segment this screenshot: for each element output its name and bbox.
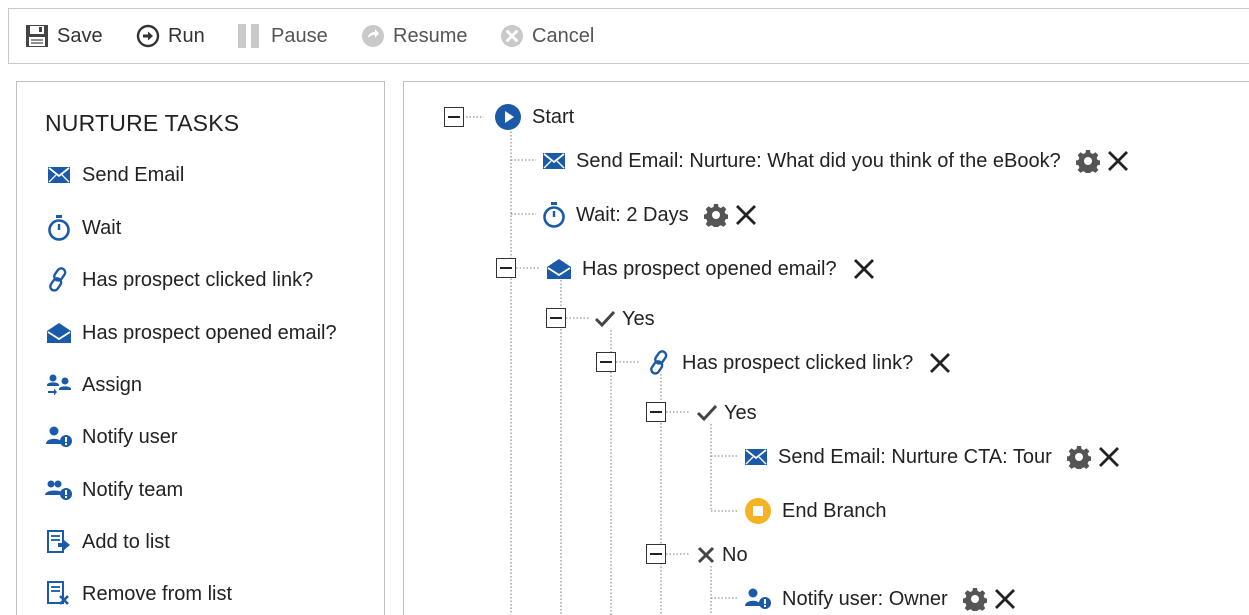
close-icon[interactable] <box>851 256 877 282</box>
node-opened-email-check[interactable]: Has prospect opened email? <box>546 254 881 284</box>
task-send-email[interactable]: Send Email <box>45 160 184 190</box>
assign-users-icon <box>45 371 73 399</box>
cancel-label: Cancel <box>532 24 595 47</box>
envelope-icon <box>542 152 566 170</box>
task-label: Has prospect clicked link? <box>82 268 314 291</box>
task-label: Remove from list <box>82 582 233 605</box>
node-send-email-1[interactable]: Send Email: Nurture: What did you think … <box>542 146 1135 176</box>
node-label: Yes <box>724 401 757 424</box>
collapse-toggle-yes-2[interactable] <box>646 402 666 422</box>
link-icon <box>45 266 73 294</box>
node-notify-user[interactable]: Notify user: Owner <box>744 584 1022 614</box>
node-send-email-2[interactable]: Send Email: Nurture CTA: Tour <box>744 442 1126 472</box>
run-icon <box>136 24 160 48</box>
node-label: End Branch <box>782 499 887 522</box>
task-notify-user[interactable]: Notify user <box>45 422 178 452</box>
add-to-list-icon <box>45 528 73 556</box>
pause-label: Pause <box>271 24 328 47</box>
resume-button[interactable]: Resume <box>361 21 467 51</box>
close-icon[interactable] <box>1096 444 1122 470</box>
collapse-toggle-opened-check[interactable] <box>496 258 516 278</box>
collapse-toggle-yes-1[interactable] <box>546 308 566 328</box>
tasks-panel-title: NURTURE TASKS <box>45 110 240 136</box>
stopwatch-icon <box>542 202 566 228</box>
collapse-toggle-no-1[interactable] <box>646 544 666 564</box>
node-label: Has prospect opened email? <box>582 257 837 280</box>
task-label: Assign <box>82 373 143 396</box>
envelope-icon <box>45 161 73 189</box>
gear-icon[interactable] <box>962 586 988 612</box>
node-end-branch[interactable]: End Branch <box>744 496 901 526</box>
envelope-icon <box>744 448 768 466</box>
task-has-prospect-clicked-link[interactable]: Has prospect clicked link? <box>45 265 313 295</box>
resume-icon <box>362 25 384 47</box>
resume-label: Resume <box>393 24 468 47</box>
task-label: Notify team <box>82 478 184 501</box>
node-label: No <box>722 543 748 566</box>
task-label: Wait <box>82 216 122 239</box>
task-add-to-list[interactable]: Add to list <box>45 527 170 557</box>
close-icon[interactable] <box>927 350 953 376</box>
collapse-toggle-start[interactable] <box>444 107 464 127</box>
node-label: Send Email: Nurture: What did you think … <box>576 149 1061 172</box>
task-remove-from-list[interactable]: Remove from list <box>45 579 232 609</box>
task-label: Notify user <box>82 425 178 448</box>
close-icon[interactable] <box>1105 148 1131 174</box>
node-label: Start <box>532 105 575 128</box>
gear-icon[interactable] <box>1075 148 1101 174</box>
node-start[interactable]: Start <box>494 102 588 132</box>
task-label: Add to list <box>82 530 170 553</box>
collapse-toggle-clicked-check[interactable] <box>596 352 616 372</box>
save-button[interactable]: Save <box>25 21 103 51</box>
stopwatch-icon <box>45 214 73 242</box>
run-button[interactable]: Run <box>136 21 205 51</box>
node-wait-1[interactable]: Wait: 2 Days <box>542 200 763 230</box>
node-label: Yes <box>622 307 655 330</box>
gear-icon[interactable] <box>703 202 729 228</box>
node-label: Wait: 2 Days <box>576 203 689 226</box>
nurture-flow-tree: Start Send Email: Nurture: What did you … <box>403 81 1249 615</box>
gear-icon[interactable] <box>1066 444 1092 470</box>
close-icon[interactable] <box>992 586 1018 612</box>
cancel-icon <box>501 25 523 47</box>
stop-circle-icon <box>744 497 772 525</box>
toolbar: Save Run Pause Resume Cancel <box>8 8 1249 64</box>
task-notify-team[interactable]: Notify team <box>45 475 183 505</box>
play-circle-icon <box>494 103 522 131</box>
cancel-button[interactable]: Cancel <box>500 21 594 51</box>
notify-user-icon <box>45 423 73 451</box>
link-icon <box>648 350 672 376</box>
notify-team-icon <box>45 476 73 504</box>
nurture-tasks-panel: NURTURE TASKS Send Email Wait Has prospe… <box>16 81 385 615</box>
node-no-1[interactable]: No <box>696 540 762 570</box>
node-clicked-link-check[interactable]: Has prospect clicked link? <box>648 348 957 378</box>
checkmark-icon <box>594 309 616 329</box>
task-label: Send Email <box>82 163 185 186</box>
task-label: Has prospect opened email? <box>82 321 337 344</box>
node-yes-1[interactable]: Yes <box>594 304 669 334</box>
save-icon <box>26 25 48 47</box>
close-icon[interactable] <box>733 202 759 228</box>
task-assign[interactable]: Assign <box>45 370 142 400</box>
node-label: Send Email: Nurture CTA: Tour <box>778 445 1052 468</box>
x-mark-icon <box>696 545 716 565</box>
node-yes-2[interactable]: Yes <box>696 398 771 428</box>
node-label: Notify user: Owner <box>782 587 948 610</box>
run-label: Run <box>168 24 205 47</box>
checkmark-icon <box>696 403 718 423</box>
open-envelope-icon <box>546 258 572 280</box>
save-label: Save <box>57 24 103 47</box>
remove-from-list-icon <box>45 580 73 608</box>
open-envelope-icon <box>45 319 73 347</box>
pause-button[interactable]: Pause <box>235 21 328 51</box>
task-wait[interactable]: Wait <box>45 213 121 243</box>
task-has-prospect-opened-email[interactable]: Has prospect opened email? <box>45 318 337 348</box>
node-label: Has prospect clicked link? <box>682 351 914 374</box>
pause-icon <box>238 24 259 48</box>
notify-user-icon <box>744 588 772 610</box>
